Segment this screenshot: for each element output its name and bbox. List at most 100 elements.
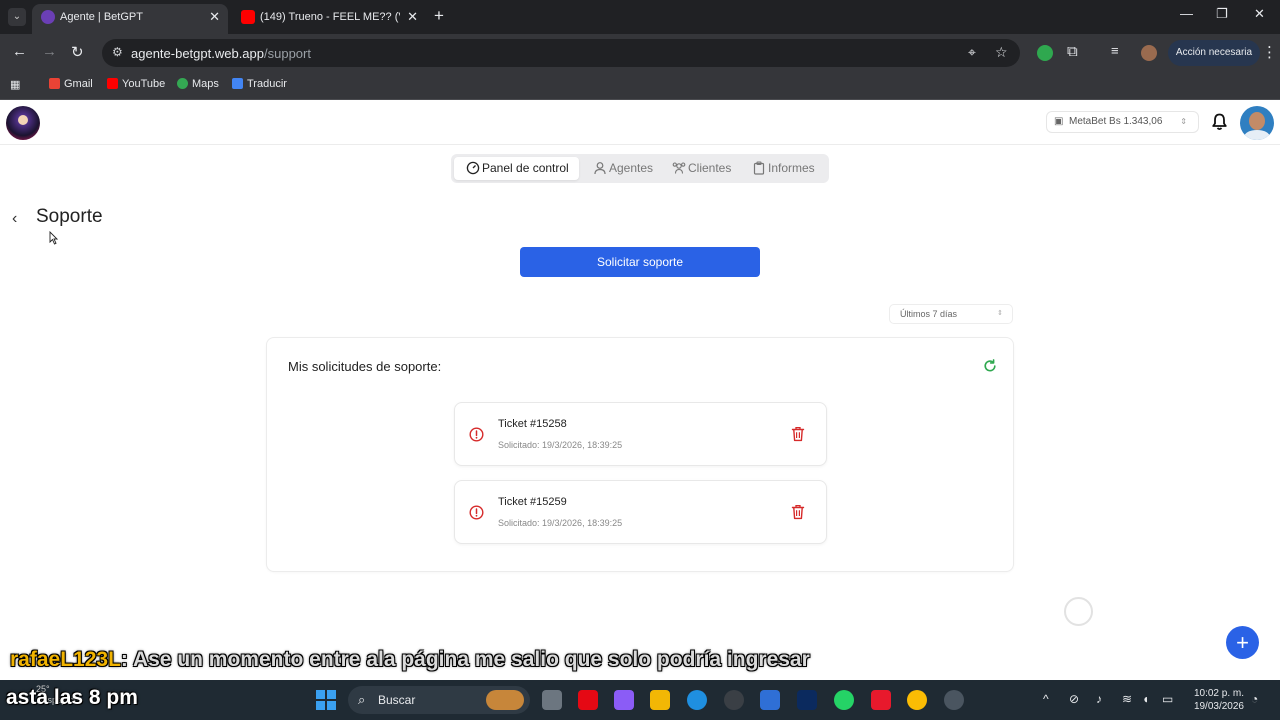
store-icon[interactable] (760, 690, 780, 710)
search-label: Buscar (378, 693, 416, 707)
panel-title: Mis solicitudes de soporte: (288, 359, 442, 374)
trash-icon[interactable] (791, 504, 805, 520)
url-text[interactable]: agente-betgpt.web.app/support (131, 46, 311, 61)
chrome-icon[interactable] (907, 690, 927, 710)
page-title: Soporte (36, 206, 103, 227)
windows-start-icon[interactable] (316, 690, 336, 710)
loading-spinner (1064, 597, 1093, 626)
media-controls-icon[interactable]: ≡ (1111, 43, 1119, 58)
chat-username: rafaeL123L (10, 648, 121, 671)
bookmark-label: YouTube (122, 78, 166, 90)
tab-label: Panel de control (482, 161, 569, 175)
app-logo[interactable] (6, 106, 40, 140)
taskbar-search[interactable]: ⌕ Buscar (348, 686, 530, 714)
add-fab-button[interactable]: + (1226, 626, 1259, 659)
site-info-icon[interactable]: ⚙ (112, 45, 123, 59)
ticket-date: Solicitado: 19/3/2026, 18:39:25 (498, 440, 623, 450)
maximize-icon[interactable]: ❐ (1216, 6, 1228, 22)
back-chevron-icon[interactable]: ‹ (12, 210, 17, 228)
action-required-button[interactable]: Acción necesaria (1168, 40, 1260, 66)
tab-title: Agente | BetGPT (60, 11, 143, 23)
new-tab-icon[interactable]: + (434, 6, 444, 26)
tab-search-button[interactable]: ⌄ (8, 8, 26, 26)
close-icon[interactable]: ✕ (209, 4, 220, 30)
search-highlight-image (486, 690, 524, 710)
edge-icon[interactable] (687, 690, 707, 710)
ticket-card[interactable]: Ticket #15258 Solicitado: 19/3/2026, 18:… (454, 402, 827, 466)
tab-panel-de-control[interactable]: Panel de control (454, 157, 579, 180)
apps-grid-icon[interactable]: ▦ (10, 78, 20, 91)
notification-bell-icon[interactable]: ◔ (1251, 692, 1258, 706)
gmail-icon (49, 78, 60, 89)
alert-circle-icon (469, 427, 484, 442)
wifi-icon[interactable]: ≋ (1122, 692, 1132, 706)
trash-icon[interactable] (791, 426, 805, 442)
close-icon[interactable]: ✕ (407, 4, 418, 30)
clock-time: 10:02 p. m. (1193, 688, 1244, 699)
bell-icon[interactable] (1211, 113, 1228, 131)
disney-plus-icon[interactable] (797, 690, 817, 710)
dashboard-icon (466, 161, 480, 175)
battery-icon[interactable]: ▭ (1162, 692, 1173, 706)
window-close-icon[interactable]: ✕ (1254, 6, 1265, 22)
star-icon[interactable]: ☆ (995, 44, 1008, 61)
bookmark-youtube[interactable]: YouTube (107, 78, 165, 90)
tab-label: Agentes (609, 161, 654, 175)
chrome-profile-icon[interactable] (944, 690, 964, 710)
browser-tab-inactive[interactable]: (149) Trueno - FEEL ME?? (Vide ✕ (232, 4, 426, 34)
volume-icon[interactable]: ◖ (1142, 692, 1149, 706)
tab-title: (149) Trueno - FEEL ME?? (Vide (260, 11, 400, 23)
copilot-icon[interactable] (614, 690, 634, 710)
tab-informes[interactable]: Informes (752, 157, 815, 180)
file-explorer-icon[interactable] (650, 690, 670, 710)
chat-message: : Ase un momento entre ala página me sal… (120, 648, 810, 671)
tab-agentes[interactable]: Agentes (593, 157, 653, 180)
anydesk-icon[interactable] (871, 690, 891, 710)
betgpt-icon (41, 10, 55, 24)
back-arrow-icon[interactable]: ← (12, 43, 27, 60)
address-bar[interactable]: ⚙ agente-betgpt.web.app/support ⌖ ☆ (102, 39, 1020, 67)
bookmark-traducir[interactable]: Traducir (232, 78, 287, 90)
tab-label: Informes (768, 161, 815, 175)
profile-avatar[interactable] (1141, 45, 1157, 61)
browser-tab-bar: ⌄ Agente | BetGPT ✕ (149) Trueno - FEEL … (0, 0, 1280, 34)
refresh-icon[interactable] (983, 359, 997, 373)
browser-tab-active[interactable]: Agente | BetGPT ✕ (32, 4, 228, 34)
bookmark-gmail[interactable]: Gmail (49, 78, 93, 90)
tab-label: Clientes (688, 161, 732, 175)
forward-arrow-icon[interactable]: → (42, 43, 57, 60)
balance-selector[interactable]: ▣ MetaBet Bs 1.343,06 ⇕ (1046, 111, 1199, 133)
location-icon[interactable]: ⌖ (968, 44, 976, 61)
ticket-card[interactable]: Ticket #15259 Solicitado: 19/3/2026, 18:… (454, 480, 827, 544)
netflix-icon[interactable] (578, 690, 598, 710)
date-range-select[interactable]: Últimos 7 días ⇕ (889, 304, 1013, 324)
app-icon[interactable] (724, 690, 744, 710)
support-requests-panel: Mis solicitudes de soporte: Ticket #1525… (266, 337, 1014, 572)
extension-green-icon[interactable] (1037, 45, 1053, 61)
bookmark-label: Traducir (247, 78, 287, 90)
ticket-name: Ticket #15258 (498, 418, 567, 430)
address-toolbar: ← → ↻ ⚙ agente-betgpt.web.app/support ⌖ … (0, 34, 1280, 72)
mouse-cursor-icon (49, 231, 58, 245)
task-view-icon[interactable] (542, 690, 562, 710)
tray-app-icon[interactable]: ⊘ (1069, 692, 1079, 706)
minimize-icon[interactable]: — (1180, 6, 1193, 21)
user-avatar[interactable] (1240, 106, 1274, 140)
more-menu-icon[interactable]: ⋮ (1262, 43, 1277, 61)
bookmark-maps[interactable]: Maps (177, 78, 219, 90)
url-path: /support (264, 46, 311, 61)
request-support-button[interactable]: Solicitar soporte (520, 247, 760, 277)
chat-overlay-line2: asta las 8 pm (6, 686, 138, 709)
tray-chevron-icon[interactable]: ^ (1043, 692, 1049, 706)
whatsapp-icon[interactable] (834, 690, 854, 710)
taskbar-clock[interactable]: 10:02 p. m. 19/03/2026 (1186, 687, 1244, 713)
app-header: ▣ MetaBet Bs 1.343,06 ⇕ (0, 101, 1280, 145)
extensions-puzzle-icon[interactable]: ⧉ (1067, 43, 1078, 60)
tab-clientes[interactable]: Clientes (672, 157, 731, 180)
clipboard-icon (753, 161, 765, 175)
microphone-icon[interactable]: ♪ (1096, 692, 1102, 706)
balance-text: MetaBet Bs 1.343,06 (1069, 116, 1163, 127)
reload-icon[interactable]: ↻ (71, 43, 84, 61)
chevron-updown-icon: ⇕ (997, 310, 1003, 317)
translate-icon (232, 78, 243, 89)
